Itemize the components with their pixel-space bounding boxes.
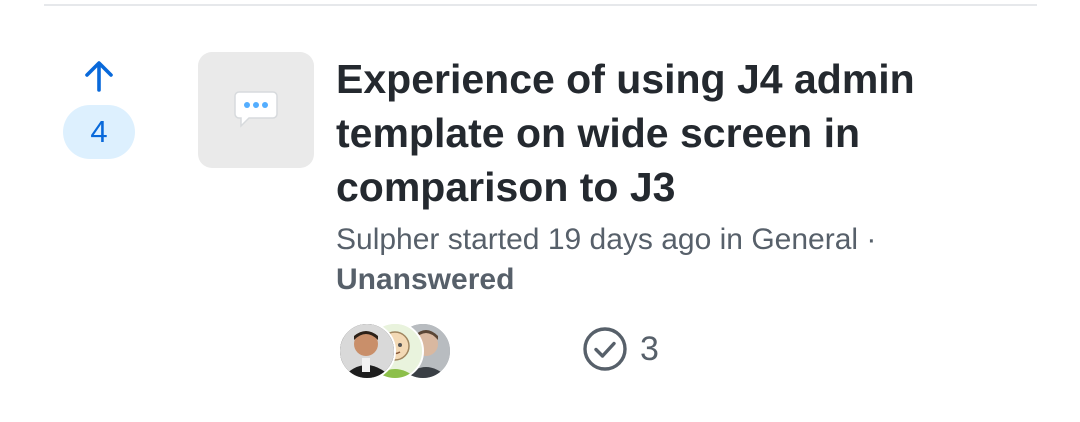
category-link[interactable]: General <box>751 223 858 256</box>
answer-count-value: 3 <box>640 329 659 368</box>
vote-column: 4 <box>62 58 136 159</box>
author-link[interactable]: Sulpher <box>336 223 439 256</box>
participant-photo-1 <box>340 324 394 378</box>
discussion-footer: 3 <box>336 322 736 380</box>
answer-count: 3 <box>582 326 659 372</box>
discussion-content: Experience of using J4 admin template on… <box>336 52 1036 300</box>
in-text: in <box>719 223 743 256</box>
participant-avatars <box>336 322 456 380</box>
upvote-button[interactable] <box>81 58 117 94</box>
vote-count[interactable]: 4 <box>63 105 135 159</box>
answer-status: Unanswered <box>336 263 515 296</box>
discussion-title[interactable]: Experience of using J4 admin template on… <box>336 52 936 214</box>
discussion-meta: Sulpher started 19 days ago in General · <box>336 220 1036 260</box>
check-circle-icon <box>583 327 627 371</box>
avatar[interactable] <box>338 322 396 380</box>
discussion-list-item: 4 Experience of using J4 admin template … <box>0 0 1080 422</box>
speech-bubble-icon <box>234 91 278 128</box>
category-emoji-button[interactable] <box>198 52 314 168</box>
meta-separator: · <box>866 223 877 256</box>
time-ago: 19 days ago <box>547 223 712 256</box>
started-text: started <box>447 223 540 256</box>
arrow-up-icon <box>85 61 113 92</box>
top-divider <box>44 4 1037 6</box>
